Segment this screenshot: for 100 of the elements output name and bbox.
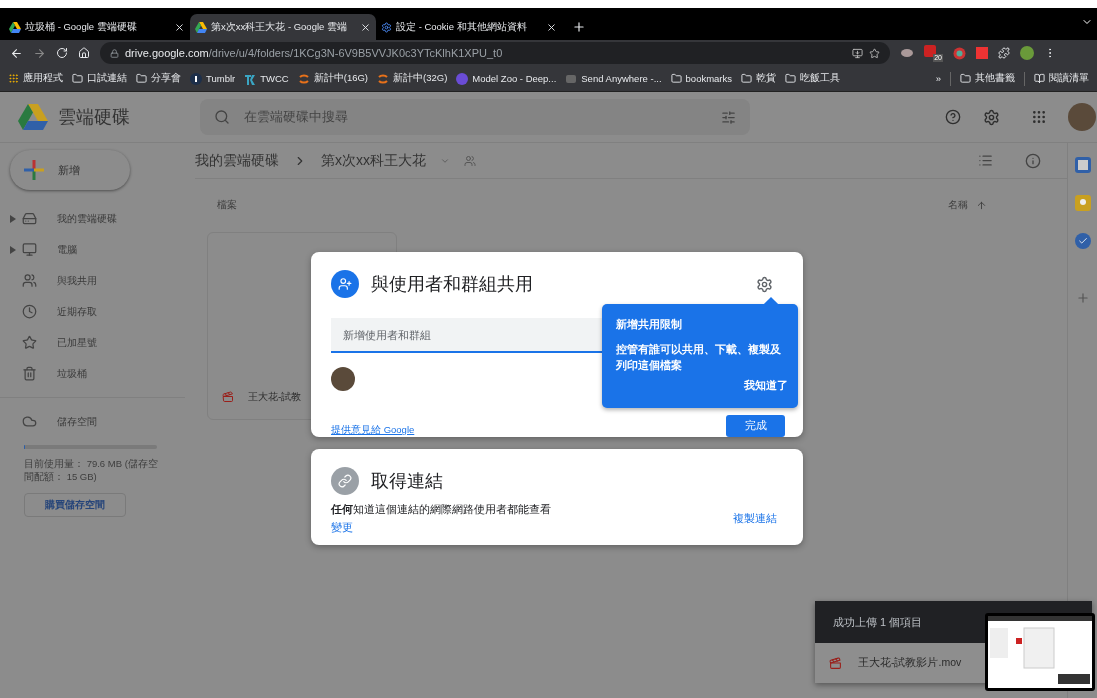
bookmark-item[interactable]: 應用程式 bbox=[8, 72, 63, 85]
bookmark-item[interactable]: Model Zoo - Deep... bbox=[456, 72, 557, 85]
add-person-icon bbox=[331, 270, 359, 298]
bookmark-item[interactable]: 新計中(16G) bbox=[297, 72, 368, 85]
feedback-link[interactable]: 提供意見給 Google bbox=[331, 424, 415, 437]
extension-icon[interactable] bbox=[900, 46, 914, 60]
ring-logo-icon bbox=[297, 72, 310, 85]
toast-title: 成功上傳 1 個項目 bbox=[833, 614, 923, 630]
nav-item[interactable]: 近期存取 bbox=[0, 296, 195, 327]
settings-icon bbox=[381, 21, 392, 33]
new-button[interactable]: 新增 bbox=[10, 150, 130, 190]
reading-list-icon bbox=[1034, 73, 1045, 84]
profile-avatar[interactable] bbox=[1020, 46, 1034, 60]
got-it-button[interactable]: 我知道了 bbox=[744, 379, 788, 393]
folder-icon bbox=[670, 73, 682, 84]
bookmark-item[interactable]: Tumblr bbox=[190, 72, 236, 85]
twcc-logo-icon bbox=[244, 72, 257, 85]
tumblr-logo-icon bbox=[190, 72, 202, 85]
breadcrumb-item[interactable]: 我的雲端硬碟 bbox=[195, 151, 279, 170]
dialog-title: 取得連結 bbox=[371, 470, 443, 493]
people-icon bbox=[22, 273, 37, 288]
video-file-icon bbox=[829, 656, 842, 670]
shared-people-icon bbox=[464, 154, 476, 167]
copy-link[interactable]: 複製連結 bbox=[733, 512, 777, 526]
nav-item[interactable]: 已加星號 bbox=[0, 327, 195, 358]
settings-icon[interactable] bbox=[982, 108, 1000, 126]
clock-icon bbox=[22, 304, 37, 319]
address-bar[interactable]: drive.google.com/drive/u/4/folders/1KCg3N-6V9B5VVJK0c3YTcKlhK1XPU_t0 bbox=[100, 42, 890, 64]
reload-icon[interactable] bbox=[56, 47, 68, 59]
expand-caret-icon[interactable] bbox=[10, 214, 16, 223]
bookmark-item[interactable]: 乾貨 bbox=[741, 72, 777, 85]
star-icon bbox=[22, 335, 37, 350]
url-path: /drive/u/4/folders/1KCg3N-6V9B5VVJK0c3YTcKlhK1XPU_t0 bbox=[208, 47, 503, 59]
list-view-icon[interactable] bbox=[978, 153, 993, 168]
home-icon[interactable] bbox=[78, 47, 90, 59]
plus-icon bbox=[24, 160, 44, 180]
folder-icon bbox=[741, 73, 753, 84]
nav-item[interactable]: 與我共用 bbox=[0, 265, 195, 296]
trash-icon bbox=[22, 366, 37, 381]
bookmark-item[interactable]: 口試連結 bbox=[72, 72, 127, 85]
bookmark-star-icon[interactable] bbox=[869, 47, 880, 59]
back-icon[interactable] bbox=[10, 46, 23, 60]
bookmarks-overflow[interactable]: » bbox=[935, 73, 941, 84]
browser-tab[interactable]: 設定 - Cookie 和其他網站資料 bbox=[376, 14, 562, 40]
user-avatar bbox=[331, 367, 355, 391]
done-button[interactable]: 完成 bbox=[726, 415, 785, 437]
folder-icon bbox=[960, 73, 971, 84]
link-icon bbox=[331, 467, 359, 495]
filter-icon[interactable] bbox=[721, 109, 736, 125]
nav-item[interactable]: 電腦 bbox=[0, 234, 195, 265]
expand-caret-icon[interactable] bbox=[10, 245, 16, 254]
bookmark-item[interactable]: 分享會 bbox=[136, 72, 181, 85]
extension-icon[interactable] bbox=[953, 46, 966, 60]
bookmark-item[interactable]: 其他書籤 bbox=[960, 72, 1015, 85]
close-icon[interactable] bbox=[360, 21, 371, 33]
tasks-check-icon[interactable] bbox=[1074, 233, 1091, 249]
account-avatar[interactable] bbox=[1068, 103, 1096, 131]
drive-icon bbox=[22, 211, 37, 226]
folder-icon bbox=[72, 73, 83, 84]
nav-item[interactable]: 我的雲端硬碟 bbox=[0, 203, 195, 234]
file-name: 王大花-試教 bbox=[248, 390, 302, 404]
browser-tab[interactable]: 第x次xx科王大花 - Google 雲端 bbox=[190, 14, 376, 40]
folder-icon bbox=[785, 73, 797, 84]
computer-icon bbox=[22, 242, 37, 257]
nav-item[interactable]: 垃圾桶 bbox=[0, 358, 195, 389]
install-icon[interactable] bbox=[852, 47, 863, 59]
video-file-icon bbox=[222, 391, 234, 403]
apps-grid-icon bbox=[8, 73, 19, 84]
link-description: 任何知道這個連結的網際網路使用者都能查看 bbox=[331, 503, 551, 517]
storage-usage: 目前使用量： 79.6 MB (儲存空間配額： 15 GB) bbox=[24, 457, 159, 483]
calendar-icon[interactable] bbox=[1074, 157, 1091, 173]
help-icon[interactable] bbox=[945, 109, 961, 125]
bookmark-item[interactable]: bookmarks bbox=[670, 73, 733, 84]
tooltip-title: 新增共用限制 bbox=[616, 318, 683, 332]
settings-icon[interactable] bbox=[756, 275, 773, 293]
forward-icon[interactable] bbox=[33, 46, 46, 60]
bookmark-item[interactable]: Send Anywhere -... bbox=[565, 72, 662, 85]
drive-logo-icon bbox=[9, 21, 21, 33]
ring-logo-icon bbox=[377, 72, 389, 85]
chat-bubble-icon bbox=[565, 72, 578, 85]
close-icon[interactable] bbox=[546, 21, 557, 33]
bulb-icon[interactable] bbox=[1074, 195, 1091, 211]
lock-icon bbox=[110, 48, 119, 58]
bookmark-item[interactable]: TWCC bbox=[244, 72, 289, 85]
nav-item[interactable]: 儲存空間 bbox=[0, 406, 195, 437]
cloud-icon bbox=[22, 414, 37, 429]
bookmark-item[interactable]: 吃飯工具 bbox=[785, 72, 841, 85]
change-link[interactable]: 變更 bbox=[331, 521, 551, 535]
info-icon[interactable] bbox=[1025, 152, 1041, 169]
extensions-icon[interactable] bbox=[998, 47, 1010, 59]
browser-tab[interactable]: 垃圾桶 - Google 雲端硬碟 bbox=[4, 14, 190, 40]
apps-grid-icon[interactable] bbox=[1031, 109, 1047, 125]
section-label: 檔案 bbox=[217, 199, 237, 212]
sort-direction-icon[interactable] bbox=[976, 200, 987, 211]
breadcrumb-item[interactable]: 第x次xx科王大花 bbox=[321, 151, 426, 170]
close-icon[interactable] bbox=[174, 21, 185, 33]
bookmark-item[interactable]: 新計中(32G) bbox=[377, 72, 448, 85]
bookmark-item[interactable]: 閱讀清單 bbox=[1034, 72, 1089, 85]
new-tab-icon[interactable] bbox=[572, 20, 586, 34]
folder-icon bbox=[136, 73, 147, 84]
